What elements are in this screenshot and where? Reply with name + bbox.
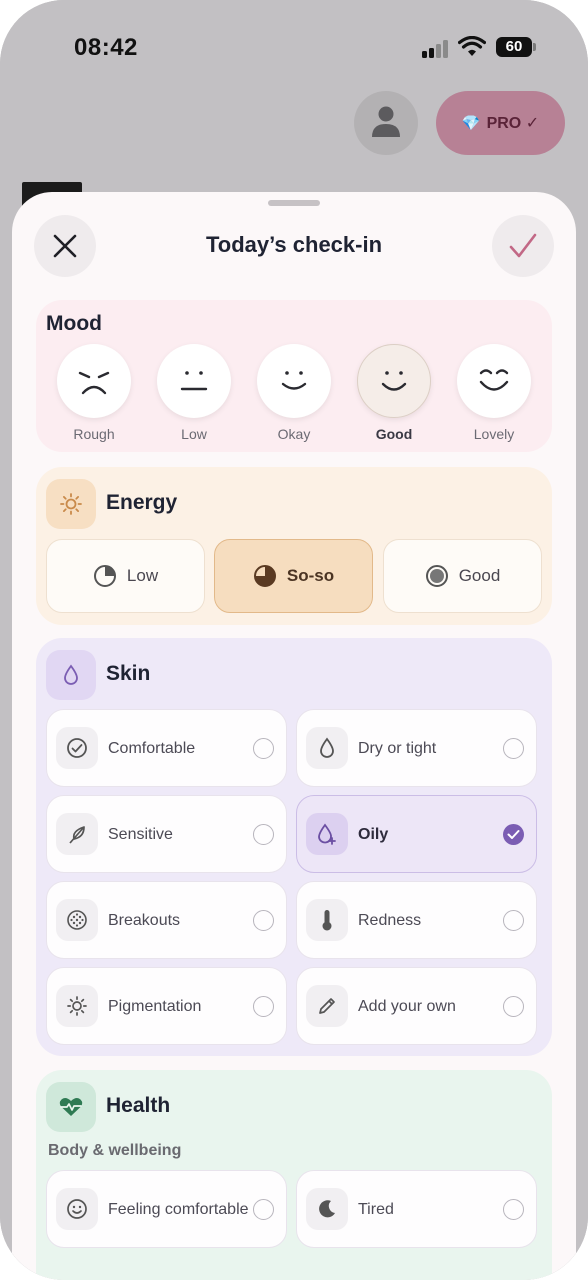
radio-button[interactable] [503,737,524,759]
energy-label: So-so [286,566,335,585]
radio-button[interactable] [503,909,524,931]
pro-badge-button[interactable]: 💎 PRO ✓ [436,91,565,155]
quarter-pie-icon [93,565,116,587]
option-label: Pigmentation [108,997,202,1015]
health-subtitle: Body & wellbeing [48,1142,182,1159]
option-label: Breakouts [108,911,181,929]
mood-option-low[interactable]: Low [157,344,231,442]
checkin-sheet: Today’s check-in Mood Rough Low Okay Goo… [12,192,576,1280]
sheet-grabber[interactable] [268,200,320,206]
radio-button[interactable] [253,737,274,759]
half-pie-icon [253,565,276,587]
dotted-circle-icon [56,899,98,941]
skin-option-comfortable[interactable]: Comfortable [46,709,287,787]
sun-icon [46,479,96,529]
phone-frame: 08:42 60 💎 PRO ✓ Today’s check-in Mood R… [0,0,588,1280]
health-option-tired[interactable]: Tired [296,1170,537,1248]
skin-section: Skin Comfortable Dry or tight Sensitive … [36,638,552,1056]
radio-button[interactable] [503,1198,524,1220]
energy-label: Good [458,566,501,585]
option-label: Oily [358,825,389,843]
option-label: Tired [358,1200,394,1218]
smile-face-icon [357,344,431,418]
wifi-icon [458,36,486,56]
radio-button[interactable] [253,995,274,1017]
energy-option-low[interactable]: Low [46,539,205,613]
mood-label: Low [181,426,207,442]
skin-option-breakouts[interactable]: Breakouts [46,881,287,959]
energy-section: Energy Low So-so Good [36,467,552,625]
status-bar: 08:42 60 [0,0,588,80]
option-label: Dry or tight [358,739,437,757]
battery-icon: 60 [496,37,536,57]
smile-icon [56,1188,98,1230]
mood-label: Lovely [473,426,515,442]
mood-option-rough[interactable]: Rough [57,344,131,442]
moon-icon [306,1188,348,1230]
option-label: Add your own [358,997,456,1015]
droplet-icon [46,650,96,700]
radio-button-checked[interactable] [503,823,524,845]
health-title: Health [106,1094,171,1117]
option-label: Redness [358,911,422,929]
profile-avatar-button[interactable] [354,91,418,155]
skin-option-sensitive[interactable]: Sensitive [46,795,287,873]
pro-label: PRO ✓ [486,115,540,132]
droplet-plus-icon [306,813,348,855]
mood-title: Mood [46,312,102,335]
battery-level: 60 [505,38,523,55]
gem-icon: 💎 [461,115,481,132]
skin-option-oily[interactable]: Oily [296,795,537,873]
cellular-signal-icon [422,40,452,58]
skin-option-redness[interactable]: Redness [296,881,537,959]
mood-option-okay[interactable]: Okay [257,344,331,442]
heartbeat-icon [46,1082,96,1132]
energy-option-good[interactable]: Good [383,539,542,613]
rough-face-icon [57,344,131,418]
mood-option-good[interactable]: Good [357,344,431,442]
option-label: Comfortable [108,739,196,757]
confirm-button[interactable] [492,215,554,277]
droplet-icon [306,727,348,769]
person-icon [372,106,400,137]
mood-label: Rough [73,426,115,442]
option-label: Sensitive [108,825,173,843]
radio-button[interactable] [253,823,274,845]
thermometer-icon [306,899,348,941]
feather-icon [56,813,98,855]
mood-label: Okay [277,426,311,442]
slight-smile-face-icon [257,344,331,418]
energy-label: Low [126,566,159,585]
pencil-icon [306,985,348,1027]
checkmark-icon [507,829,520,839]
skin-option-dry-or-tight[interactable]: Dry or tight [296,709,537,787]
mood-section: Mood Rough Low Okay Good Lovely [36,300,552,452]
radio-button[interactable] [253,1198,274,1220]
option-label: Feeling comfortable [108,1200,249,1218]
full-circle-icon [425,565,448,587]
neutral-face-icon [157,344,231,418]
check-circle-icon [56,727,98,769]
skin-option-add-your-own[interactable]: Add your own [296,967,537,1045]
radio-button[interactable] [503,995,524,1017]
health-section: Health Body & wellbeing Feeling comforta… [36,1070,552,1280]
checkmark-icon [509,233,537,258]
happy-face-icon [457,344,531,418]
sun-spot-icon [56,985,98,1027]
skin-option-pigmentation[interactable]: Pigmentation [46,967,287,1045]
health-option-feeling-comfortable[interactable]: Feeling comfortable [46,1170,287,1248]
energy-title: Energy [106,491,178,514]
mood-option-lovely[interactable]: Lovely [457,344,531,442]
energy-option-so-so[interactable]: So-so [214,539,373,613]
status-time: 08:42 [74,34,138,61]
mood-label: Good [375,426,413,442]
skin-title: Skin [106,662,151,685]
radio-button[interactable] [253,909,274,931]
